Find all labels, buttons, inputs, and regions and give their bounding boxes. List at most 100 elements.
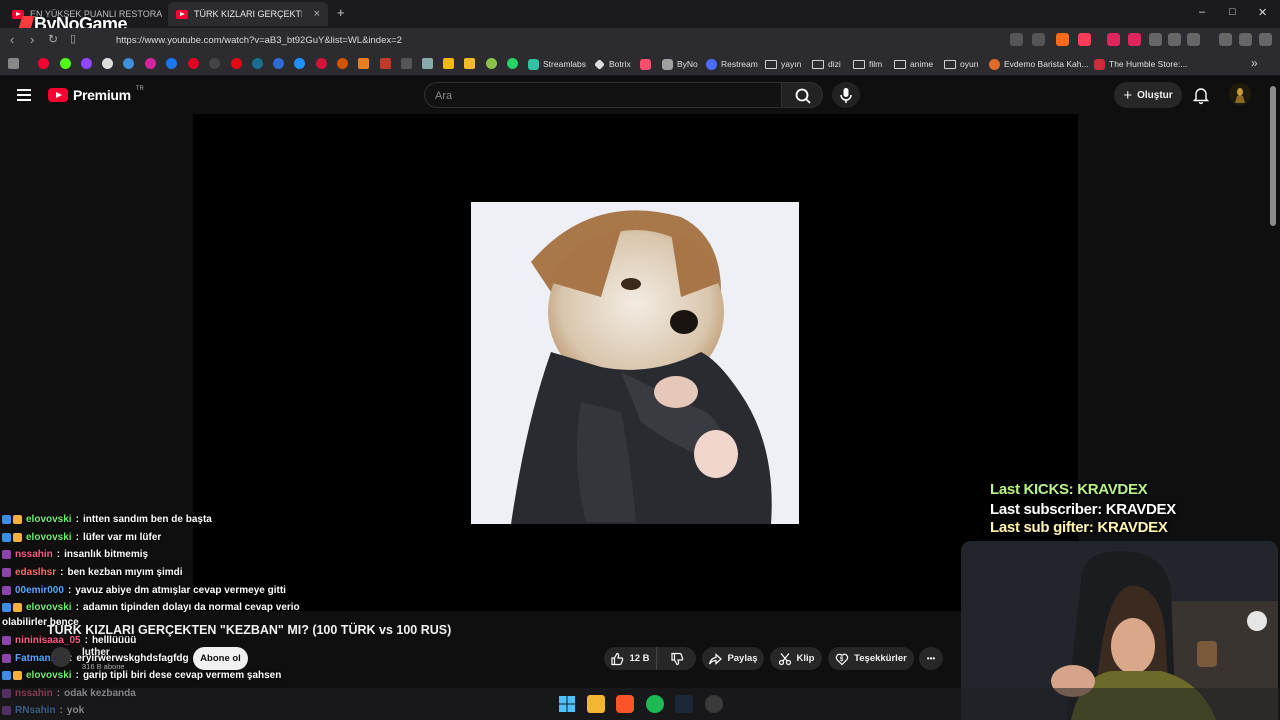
notifications-button[interactable] [1190,84,1212,106]
sidebar-icon[interactable] [1187,33,1200,46]
bookmark-whatsapp-icon[interactable] [507,58,518,69]
page-scrollbar[interactable] [1270,86,1276,226]
brave-rewards-icon[interactable] [1078,33,1091,46]
chat-username[interactable]: elovovski [26,602,72,613]
file-explorer-icon[interactable] [587,695,605,713]
tab-current-video[interactable]: TÜRK KIZLARI GERÇEKTEN "KEZB × [168,2,328,26]
extension-badge-icon[interactable] [1128,33,1141,46]
chat-username[interactable]: elovovski [26,514,72,525]
bookmark-kick-icon[interactable] [60,58,71,69]
brave-shield-icon[interactable] [1056,33,1069,46]
bookmark-binance-icon[interactable] [443,58,454,69]
chat-message: elovovski: intten sandım ben de başta [2,514,212,525]
minimize-button[interactable]: – [1199,6,1205,18]
bookmark-icon[interactable]: ▯ [70,32,76,45]
voice-search-button[interactable] [832,82,860,108]
hamburger-menu-icon[interactable] [17,89,31,101]
reload-icon[interactable]: ↻ [48,32,58,46]
leo-ai-icon[interactable] [1239,33,1252,46]
thumbs-down-icon [670,652,683,665]
bookmark-youtube-icon[interactable] [38,58,49,69]
bookmark-tiktok-icon[interactable] [209,58,220,69]
bookmark-netflix-icon[interactable] [231,58,242,69]
bookmark-orange-icon[interactable] [337,58,348,69]
chat-username[interactable]: 00emir000 [15,585,64,596]
bookmark-hb-icon[interactable] [358,58,369,69]
bookmark-evdemo-barista[interactable]: Evdemo Barista Kah... [989,57,1089,71]
back-arrow-icon[interactable]: ‹ [10,32,14,47]
obs-icon[interactable] [705,695,723,713]
bookmark-red-icon[interactable] [380,58,391,69]
search-input[interactable]: Ara [424,82,782,108]
logo-region: TR [135,86,144,92]
extensions-puzzle-icon[interactable] [1168,33,1181,46]
chat-separator: : [75,670,79,681]
bookmark-amazon-icon[interactable] [401,58,412,69]
more-actions-button[interactable]: ••• [919,647,943,670]
bookmark-label: ByNo [677,59,698,69]
bookmark-folder-oyun[interactable]: oyun [944,57,978,71]
more-dots-icon: ••• [926,654,936,663]
bookmark-yellow-icon[interactable] [464,58,475,69]
apps-grid-icon[interactable] [8,58,19,69]
create-button[interactable]: + Oluştur [1114,82,1182,108]
bookmark-folder-film[interactable]: film [853,57,882,71]
bookmark-twitch-icon[interactable] [81,58,92,69]
cast-icon[interactable] [1010,33,1023,46]
bookmark-site-icon[interactable] [252,58,263,69]
bookmarks-overflow-button[interactable]: » [1251,56,1258,70]
bookmark-byno[interactable]: ByNo [662,57,698,71]
clip-button[interactable]: Klip [770,647,822,670]
steam-icon[interactable] [675,695,693,713]
account-avatar[interactable] [1229,83,1251,105]
chat-username[interactable]: nssahin [15,549,53,560]
bookmark-label: Evdemo Barista Kah... [1004,59,1089,69]
chat-message: elovovski: lüfer var mı lüfer [2,532,161,543]
close-tab-icon[interactable]: × [314,8,320,20]
bookmark-pink[interactable] [640,57,651,71]
search-button[interactable] [781,82,823,108]
share-icon[interactable] [1032,33,1045,46]
chat-username[interactable]: edaslhsr [15,567,56,578]
bookmark-gray-icon[interactable] [422,58,433,69]
extension-gray-icon[interactable] [1149,33,1162,46]
bookmark-folder-dizi[interactable]: dizi [812,57,841,71]
bookmark-facebook-icon[interactable] [166,58,177,69]
bookmark-humble-store[interactable]: The Humble Store:... [1094,57,1187,71]
bookmark-instagram-icon[interactable] [145,58,156,69]
menu-icon[interactable] [1259,33,1272,46]
bookmark-folder-yayin[interactable]: yayın [765,57,801,71]
close-window-button[interactable]: ✕ [1258,6,1267,19]
bookmark-streamlabs[interactable]: Streamlabs [528,57,586,71]
chat-username[interactable]: elovovski [26,670,72,681]
extension-red-icon[interactable] [1107,33,1120,46]
url-field[interactable]: https://www.youtube.com/watch?v=aB3_bt92… [92,31,992,49]
address-bar-row: ‹ › ↻ ▯ https://www.youtube.com/watch?v=… [0,28,1280,52]
bookmark-pinterest-icon[interactable] [188,58,199,69]
brave-browser-icon[interactable] [616,695,634,713]
maximize-button[interactable]: □ [1229,6,1236,18]
bookmark-restream[interactable]: Restream [706,57,758,71]
thanks-button[interactable]: $ Teşekkürler [828,647,914,670]
bookmark-yemeksepeti-icon[interactable] [316,58,327,69]
new-tab-button[interactable]: + [337,5,345,20]
media-icon[interactable] [1219,33,1232,46]
windows-start-icon[interactable] [558,695,576,713]
bookmark-botrix[interactable]: Botrix [594,57,631,71]
bookmark-green-icon[interactable] [486,58,497,69]
bookmark-tweetdeck-icon[interactable] [123,58,134,69]
bookmark-blu-icon[interactable] [273,58,284,69]
spotify-icon[interactable] [646,695,664,713]
forward-arrow-icon[interactable]: › [30,32,34,47]
like-button[interactable]: 12 B [604,647,656,670]
bookmark-folder-anime[interactable]: anime [894,57,933,71]
bookmark-play-icon[interactable] [294,58,305,69]
subscribe-button[interactable]: Abone ol [193,647,248,670]
chat-username[interactable]: elovovski [26,532,72,543]
youtube-premium-logo[interactable]: Premium TR [48,86,144,103]
channel-name[interactable]: luther [82,647,110,658]
dislike-button[interactable] [656,647,696,670]
bookmark-x-icon[interactable] [102,58,113,69]
channel-avatar[interactable] [51,647,71,667]
share-button[interactable]: Paylaş [702,647,764,670]
